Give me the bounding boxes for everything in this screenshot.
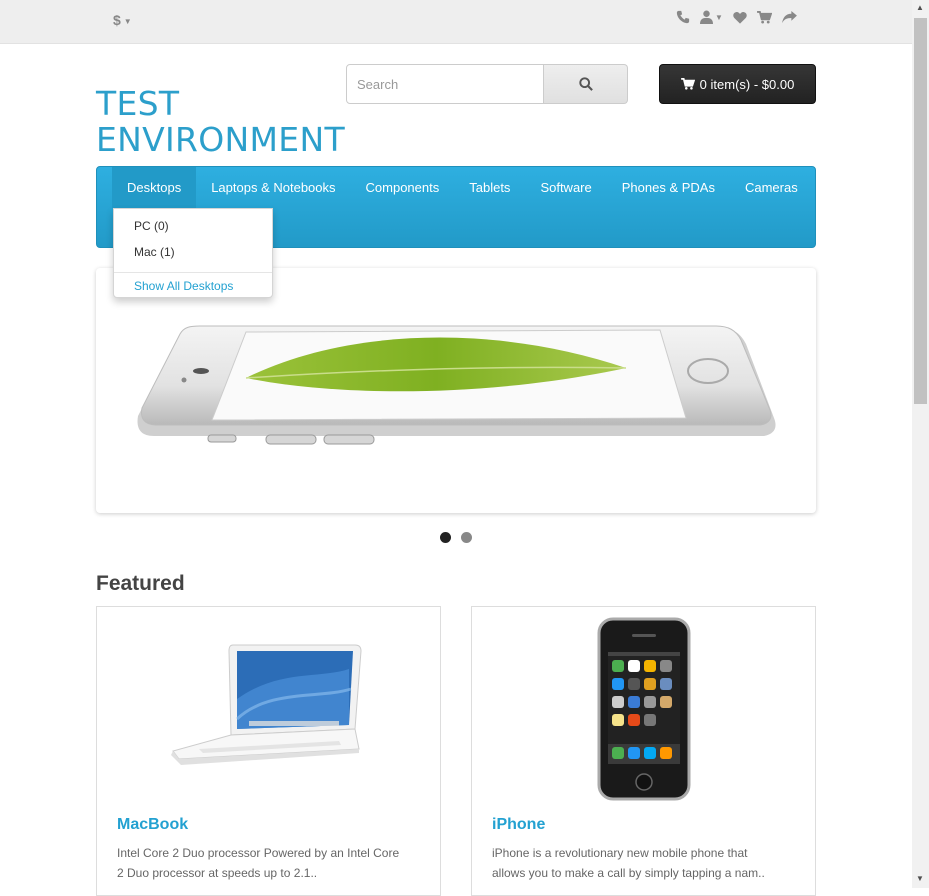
product-card: MacBook Intel Core 2 Duo processor Power… (96, 606, 441, 896)
menu-item-tablets[interactable]: Tablets (454, 167, 525, 208)
product-description: Intel Core 2 Duo processor Powered by an… (117, 844, 427, 883)
shopping-cart-icon[interactable] (756, 10, 772, 24)
menu-item-desktops[interactable]: Desktops (112, 167, 197, 208)
slide-dot-1[interactable] (440, 532, 451, 543)
heart-icon[interactable] (733, 11, 747, 24)
shopping-cart-icon (680, 78, 695, 90)
logo-line-2: ENVIRONMENT (96, 120, 345, 159)
currency-symbol: $ (113, 12, 121, 28)
desktops-dropdown: PC (0) Mac (1) Show All Desktops (113, 208, 273, 298)
cart-total: 0 item(s) - $0.00 (699, 76, 795, 92)
iphone-image (597, 617, 690, 801)
featured-heading: Featured (96, 572, 185, 595)
caret-down-icon: ▼ (715, 12, 723, 22)
product-image-link[interactable] (472, 611, 815, 807)
slide-dot-2[interactable] (461, 532, 472, 543)
search-input[interactable] (346, 64, 544, 104)
menu-item-phones-pdas[interactable]: Phones & PDAs (607, 167, 730, 208)
logo-line-1: TEST (96, 84, 180, 123)
slideshow-pagination (440, 532, 472, 543)
scrollbar-thumb[interactable] (914, 18, 927, 404)
top-links: ▼ (676, 10, 797, 24)
product-description-line: allows you to make a call by simply tapp… (492, 865, 765, 880)
share-icon[interactable] (781, 10, 797, 24)
cart-button[interactable]: 0 item(s) - $0.00 (659, 64, 816, 104)
menu-item-software[interactable]: Software (525, 167, 606, 208)
product-description-line: iPhone is a revolutionary new mobile pho… (492, 846, 748, 860)
product-name-macbook[interactable]: MacBook (117, 816, 188, 834)
top-bar: $ ▼ ▼ (0, 0, 912, 44)
page-scrollbar[interactable]: ▲ ▼ (912, 0, 929, 888)
slideshow[interactable] (96, 268, 816, 513)
product-description: iPhone is a revolutionary new mobile pho… (492, 844, 802, 883)
product-name-iphone[interactable]: iPhone (492, 816, 545, 834)
caret-down-icon: ▼ (123, 16, 132, 26)
dropdown-divider (114, 272, 272, 273)
scroll-down-arrow-icon[interactable]: ▼ (916, 874, 924, 883)
store-logo[interactable]: TEST ENVIRONMENT (96, 86, 345, 158)
scroll-up-arrow-icon[interactable]: ▲ (916, 3, 924, 12)
user-icon (700, 10, 713, 24)
menu-item-components[interactable]: Components (351, 167, 455, 208)
menu-item-laptops-notebooks[interactable]: Laptops & Notebooks (196, 167, 350, 208)
slide-image-iphone-6 (137, 325, 776, 445)
search-bar (346, 64, 628, 104)
product-card: iPhone iPhone is a revolutionary new mob… (471, 606, 816, 896)
product-description-line: 2 Duo processor at speeds up to 2.1.. (117, 865, 318, 880)
phone-icon[interactable] (676, 10, 690, 24)
account-dropdown[interactable]: ▼ (700, 10, 723, 24)
search-button[interactable] (544, 64, 628, 104)
show-all-desktops-link[interactable]: Show All Desktops (134, 279, 233, 293)
macbook-image (170, 644, 362, 765)
currency-selector[interactable]: $ ▼ (113, 12, 132, 28)
dropdown-item-mac[interactable]: Mac (1) (134, 245, 175, 259)
search-icon (578, 77, 593, 91)
product-image-link[interactable] (97, 611, 440, 807)
product-description-line: Intel Core 2 Duo processor Powered by an… (117, 846, 400, 860)
menu-item-cameras[interactable]: Cameras (730, 167, 813, 208)
dropdown-item-pc[interactable]: PC (0) (134, 219, 169, 233)
